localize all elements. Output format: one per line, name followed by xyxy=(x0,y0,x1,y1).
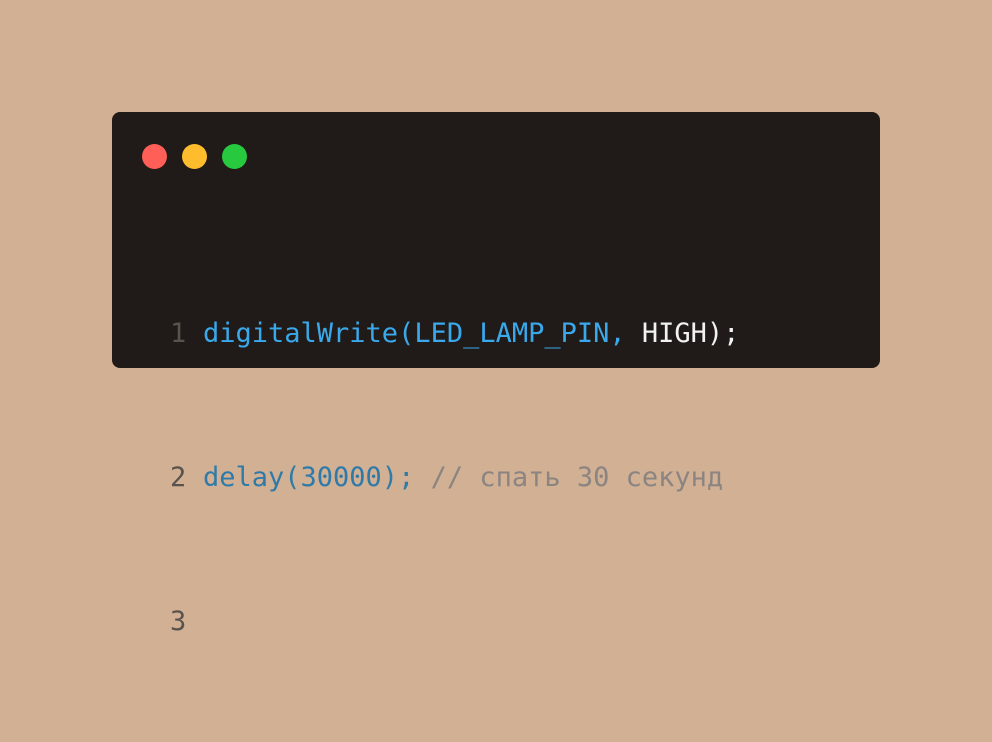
code-token-function: digitalWrite(LED_LAMP_PIN, xyxy=(203,318,642,349)
minimize-window-dot[interactable] xyxy=(182,144,207,169)
maximize-window-dot[interactable] xyxy=(222,144,247,169)
code-line-1: 1 digitalWrite(LED_LAMP_PIN, HIGH); xyxy=(170,310,739,358)
code-comment: // спать 30 секунд xyxy=(414,462,724,493)
code-line-2: 2 delay(30000); // спать 30 секунд xyxy=(170,454,739,502)
code-line-3: 3 xyxy=(170,598,739,646)
line-number: 3 xyxy=(170,606,187,637)
line-number: 2 xyxy=(170,462,187,493)
line-number: 1 xyxy=(170,318,187,349)
close-window-dot[interactable] xyxy=(142,144,167,169)
window-controls xyxy=(142,144,247,169)
code-token-constant: HIGH); xyxy=(641,318,740,349)
code-token-call: delay(30000); xyxy=(203,462,415,493)
code-window: 1 digitalWrite(LED_LAMP_PIN, HIGH); 2 dela… xyxy=(112,112,880,637)
code-block: 1 digitalWrite(LED_LAMP_PIN, HIGH); 2 dela… xyxy=(170,214,739,742)
